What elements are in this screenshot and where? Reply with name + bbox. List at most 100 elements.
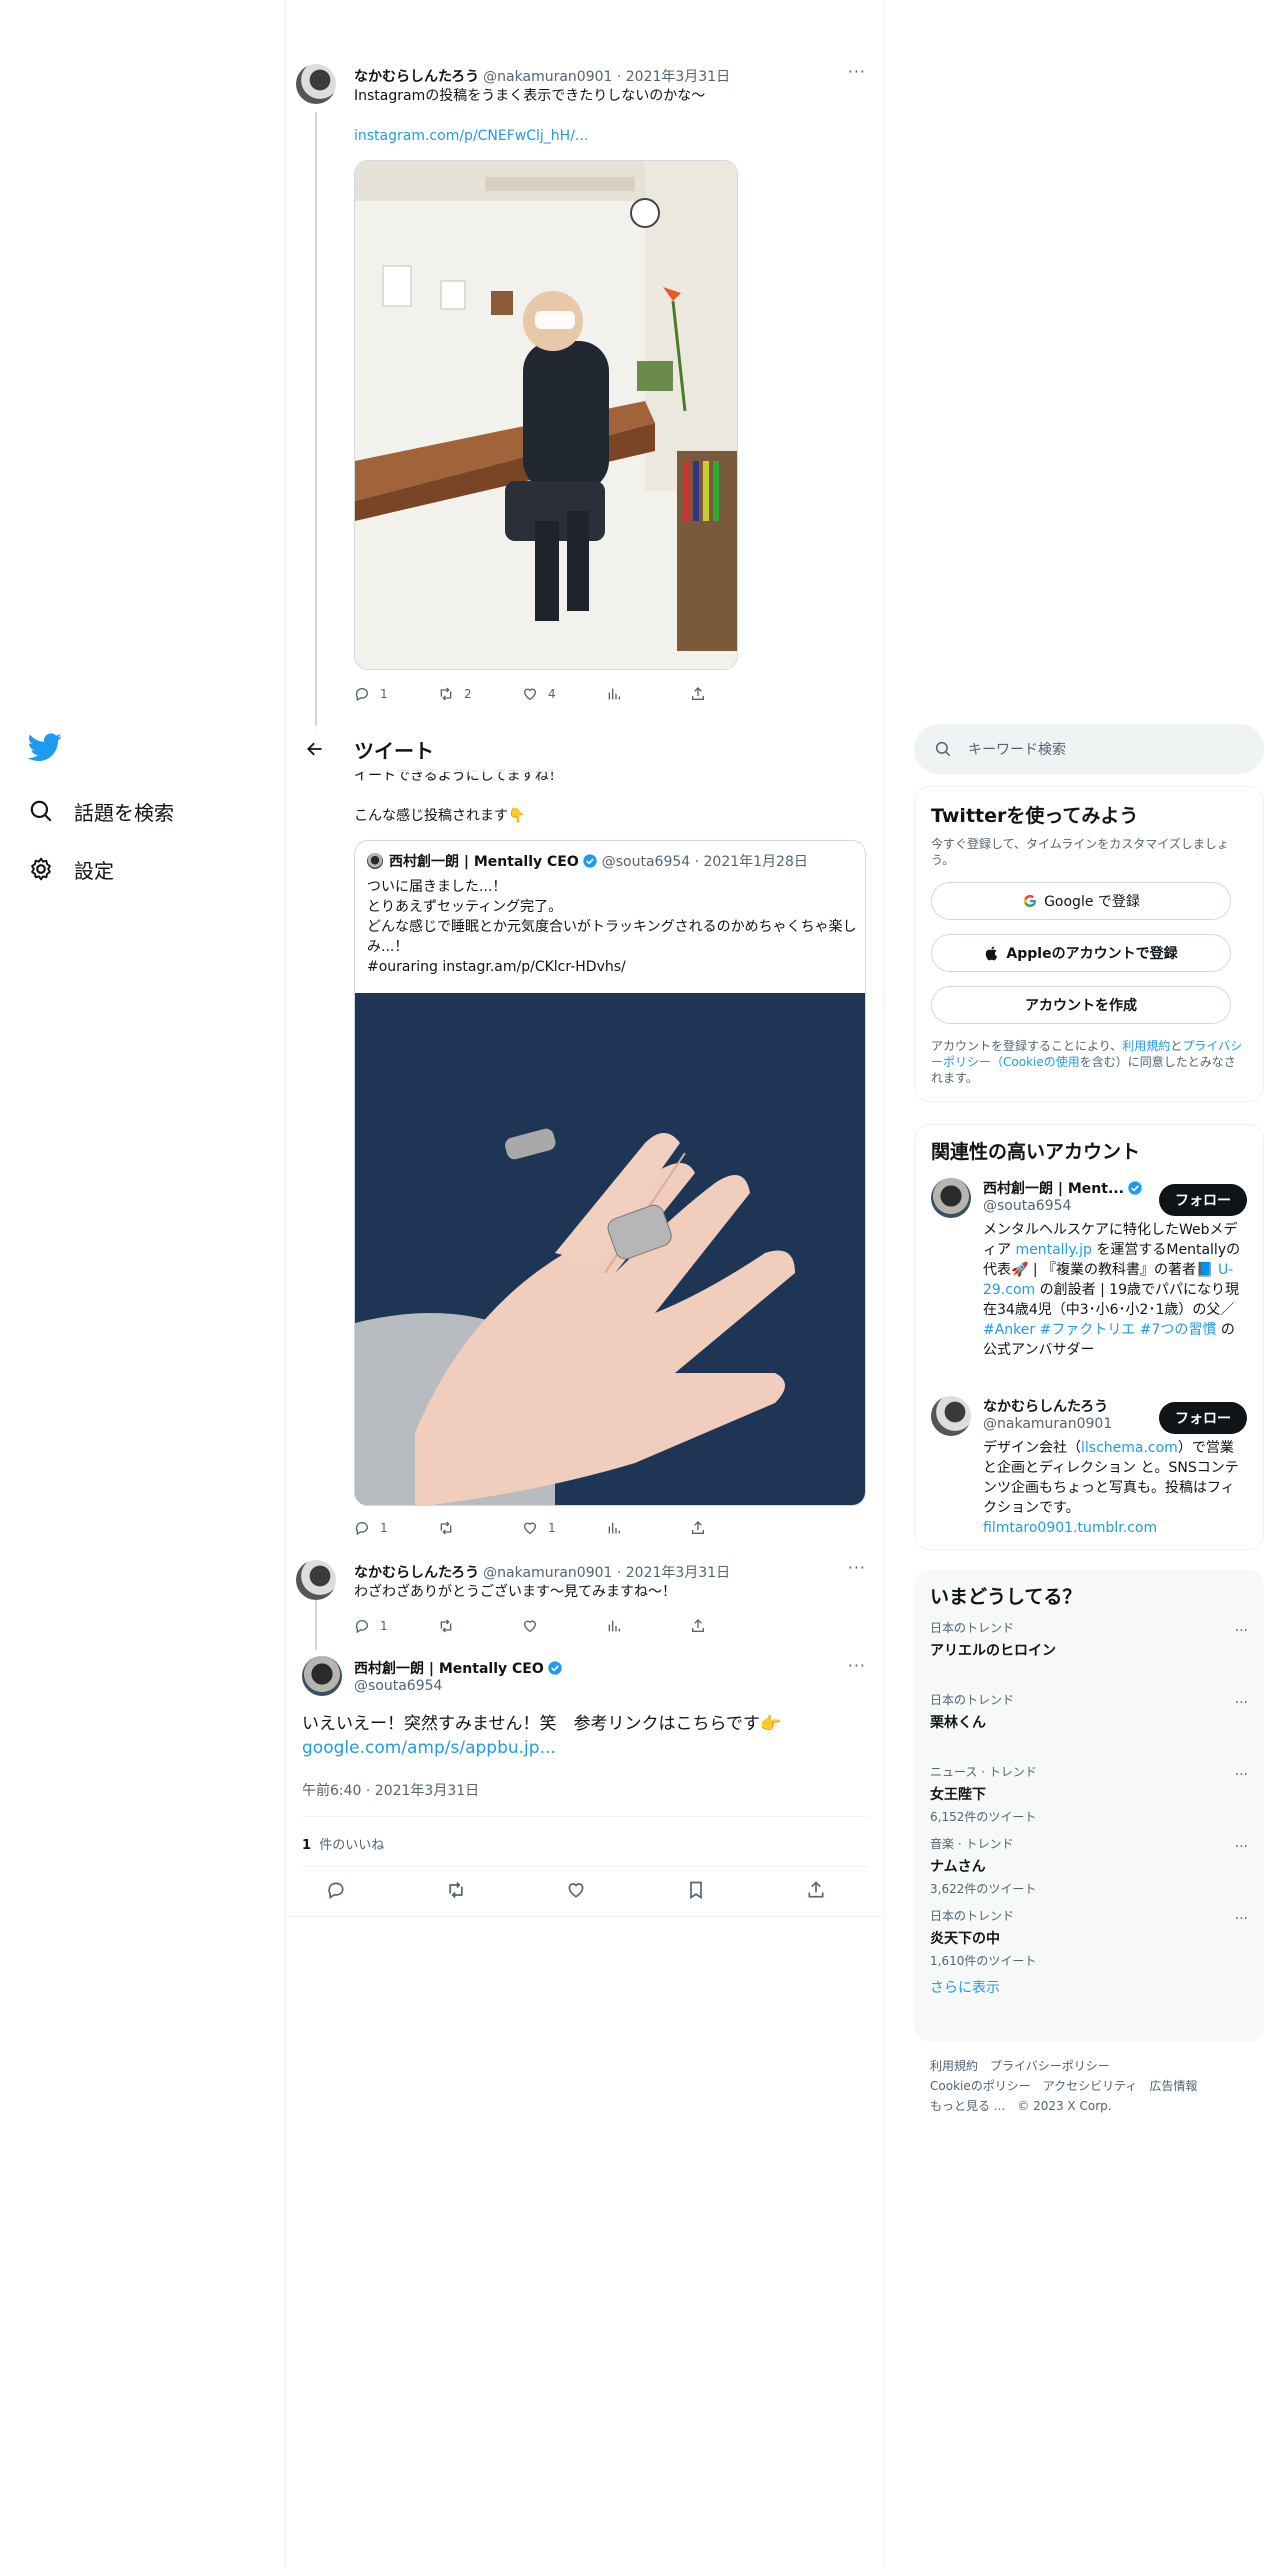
more-icon[interactable]: ··· xyxy=(1235,1839,1248,1855)
more-icon[interactable]: ··· xyxy=(848,62,866,81)
follow-button[interactable]: フォロー xyxy=(1159,1402,1247,1434)
tweet-photo[interactable] xyxy=(354,160,738,670)
verified-badge-icon xyxy=(1128,1181,1142,1195)
nav-explore[interactable]: 話題を検索 xyxy=(28,796,268,826)
account-item[interactable]: なかむらしんたろう @nakamuran0901 デザイン会社（llschema… xyxy=(931,1396,1247,1546)
create-account-label: アカウントを作成 xyxy=(1025,998,1137,1014)
avatar[interactable] xyxy=(296,64,336,104)
author-handle-date[interactable]: @nakamuran0901 · 2021年3月31日 xyxy=(483,66,730,86)
create-account-button[interactable]: アカウントを作成 xyxy=(931,986,1231,1024)
search-input[interactable]: キーワード検索 xyxy=(914,724,1264,774)
bio-link[interactable]: mentally.jp xyxy=(1015,1242,1092,1258)
show-more-link[interactable]: さらに表示 xyxy=(930,1977,1248,1997)
quote-avatar xyxy=(367,853,383,869)
share-button[interactable] xyxy=(690,1618,774,1634)
retweet-button[interactable]: 2 xyxy=(438,686,522,702)
reply-button[interactable]: 1 xyxy=(354,1618,438,1634)
avatar[interactable] xyxy=(931,1396,971,1436)
likes-summary[interactable]: 1 件のいいね xyxy=(302,1834,384,1853)
reply-icon[interactable] xyxy=(326,1880,346,1900)
google-signup-button[interactable]: Google で登録 xyxy=(931,882,1231,920)
footer-ads[interactable]: 広告情報 xyxy=(1149,2079,1197,2093)
apple-signup-button[interactable]: Appleのアカウントで登録 xyxy=(931,934,1231,972)
legal-text: と xyxy=(1170,1039,1183,1053)
trend-item[interactable]: 日本のトレンド アリエルのヒロイン ··· xyxy=(930,1619,1248,1681)
trend-name: 炎天下の中 xyxy=(930,1931,1000,1947)
trend-name: アリエルのヒロイン xyxy=(930,1643,1056,1659)
terms-link[interactable]: 利用規約 xyxy=(1122,1039,1170,1053)
account-name[interactable]: 西村創一朗 | Ment... xyxy=(983,1178,1124,1198)
author-handle[interactable]: @souta6954 xyxy=(354,1678,442,1694)
more-icon[interactable]: ··· xyxy=(1235,1623,1248,1639)
like-button[interactable] xyxy=(522,1618,606,1634)
trend-category: 日本のトレンド xyxy=(930,1909,1015,1923)
bio-link[interactable]: llschema.com xyxy=(1081,1440,1178,1456)
like-button[interactable]: 4 xyxy=(522,686,606,702)
tweet-header: なかむらしんたろう @nakamuran0901 · 2021年3月31日 xyxy=(354,1562,730,1582)
trend-item[interactable]: 日本のトレンド 炎天下の中 1,610件のツイート ··· xyxy=(930,1907,1248,1969)
heart-icon[interactable] xyxy=(566,1880,586,1900)
like-button[interactable]: 1 xyxy=(522,1520,606,1536)
footer-accessibility[interactable]: アクセシビリティ xyxy=(1043,2079,1138,2093)
more-icon[interactable]: ··· xyxy=(848,1558,866,1577)
author-name[interactable]: なかむらしんたろう xyxy=(354,66,479,86)
quote-author-name: 西村創一朗 | Mentally CEO xyxy=(389,854,579,870)
share-icon[interactable] xyxy=(806,1880,826,1900)
tweet-timestamp[interactable]: 午前6:40 · 2021年3月31日 xyxy=(302,1780,479,1800)
trend-item[interactable]: 音楽 · トレンド ナムさん 3,622件のツイート ··· xyxy=(930,1835,1248,1897)
share-icon xyxy=(692,1521,704,1534)
quote-photo[interactable] xyxy=(355,993,865,1505)
trends-card: いまどうしてる？ 日本のトレンド アリエルのヒロイン ··· 日本のトレンド 栗… xyxy=(914,1570,1264,2042)
trend-item[interactable]: 日本のトレンド 栗林くん ··· xyxy=(930,1691,1248,1753)
divider xyxy=(286,1916,884,1917)
more-icon[interactable]: ··· xyxy=(1235,1911,1248,1927)
trend-item[interactable]: ニュース · トレンド 女王陛下 6,152件のツイート ··· xyxy=(930,1763,1248,1825)
author-name[interactable]: なかむらしんたろう xyxy=(354,1562,479,1582)
avatar[interactable] xyxy=(296,1560,336,1600)
back-button[interactable] xyxy=(298,732,332,766)
nav-settings[interactable]: 設定 xyxy=(28,854,268,884)
footer-privacy[interactable]: プライバシーポリシー xyxy=(990,2059,1110,2073)
footer-more[interactable]: もっと見る ... xyxy=(930,2099,1005,2113)
retweet-icon[interactable] xyxy=(446,1880,466,1900)
reply-icon xyxy=(355,1522,368,1536)
heart-icon xyxy=(523,688,537,701)
focused-actions xyxy=(326,1880,826,1900)
account-item[interactable]: 西村創一朗 | Ment... @souta6954 メンタルヘルスケアに特化し… xyxy=(931,1178,1247,1388)
analytics-button[interactable] xyxy=(606,1618,690,1634)
bookmark-icon[interactable] xyxy=(686,1880,706,1900)
avatar[interactable] xyxy=(302,1656,342,1696)
author-name[interactable]: 西村創一朗 | Mentally CEO xyxy=(354,1658,544,1678)
tweet-text: こんな感じ投稿されます👇 xyxy=(354,808,526,824)
hand-ring-illustration xyxy=(355,993,865,1505)
more-icon[interactable]: ··· xyxy=(1235,1695,1248,1711)
reply-button[interactable]: 1 xyxy=(354,1520,438,1536)
footer-terms[interactable]: 利用規約 xyxy=(930,2059,978,2073)
focused-link[interactable]: google.com/amp/s/appbu.jp... xyxy=(302,1736,862,1760)
trend-count: 1,610件のツイート xyxy=(930,1954,1037,1968)
trend-name: 女王陛下 xyxy=(930,1787,986,1803)
retweet-button[interactable] xyxy=(438,1618,522,1634)
tweet-text: Instagramの投稿をうまく表示できたりしないのかな〜 xyxy=(354,88,706,104)
avatar[interactable] xyxy=(931,1178,971,1218)
bio-link[interactable]: #Anker #ファクトリエ #7つの習慣 xyxy=(983,1322,1216,1338)
gear-icon xyxy=(31,857,51,881)
follow-button[interactable]: フォロー xyxy=(1159,1184,1247,1216)
reply-button[interactable]: 1 xyxy=(354,686,438,702)
share-button[interactable] xyxy=(690,1520,774,1536)
footer-cookie[interactable]: Cookieのポリシー xyxy=(930,2079,1031,2093)
share-button[interactable] xyxy=(690,686,774,702)
author-handle-date[interactable]: @nakamuran0901 · 2021年3月31日 xyxy=(483,1562,730,1582)
analytics-button[interactable] xyxy=(606,1520,690,1536)
bio-link[interactable]: filmtaro0901.tumblr.com xyxy=(983,1520,1157,1536)
tweet-link[interactable]: instagram.com/p/CNEFwClj_hH/... xyxy=(354,126,864,146)
reply-count: 1 xyxy=(380,687,388,701)
quoted-tweet[interactable]: 西村創一朗 | Mentally CEO @souta6954 · 2021年1… xyxy=(354,840,866,1506)
trend-category: 音楽 · トレンド xyxy=(930,1837,1014,1851)
retweet-button[interactable] xyxy=(438,1520,522,1536)
more-icon[interactable]: ··· xyxy=(1235,1767,1248,1783)
main-column: なかむらしんたろう @nakamuran0901 · 2021年3月31日 ··… xyxy=(286,0,884,2568)
twitter-logo-icon[interactable] xyxy=(27,730,62,764)
analytics-button[interactable] xyxy=(606,686,690,702)
more-icon[interactable]: ··· xyxy=(848,1656,866,1675)
